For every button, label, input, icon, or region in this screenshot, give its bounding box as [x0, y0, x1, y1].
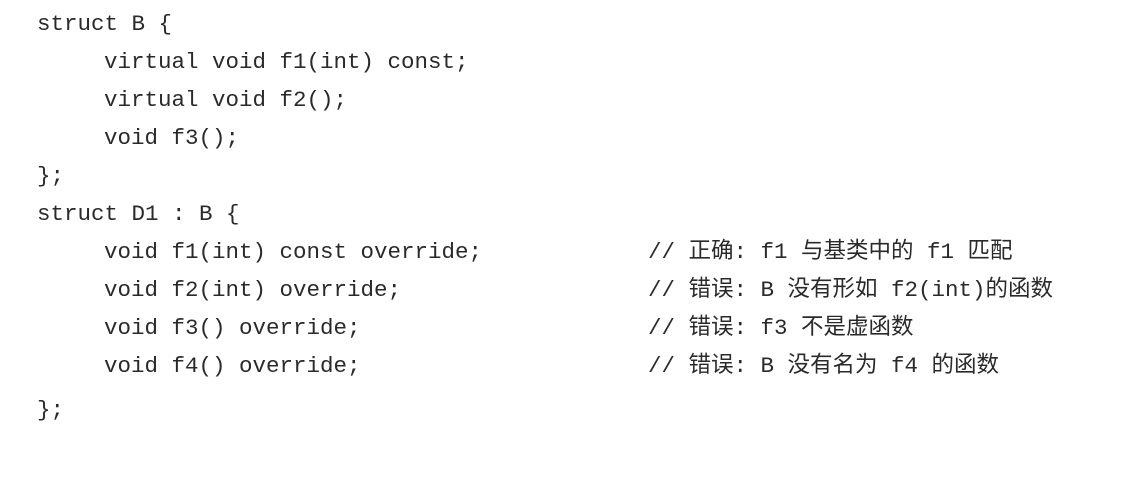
code-line-struct-b: struct B {: [0, 6, 172, 43]
code-text: struct B {: [37, 11, 173, 37]
code-line-override-f1: void f1(int) const override; // 正确: f1 与…: [0, 234, 1013, 271]
code-listing: struct B { virtual void f1(int) const; v…: [0, 0, 1144, 433]
code-text: void f1(int) const override;: [104, 239, 483, 265]
code-comment: // 错误: B 没有形如 f2(int)的函数: [648, 277, 1054, 303]
code-line-struct-d1: struct D1 : B {: [0, 196, 240, 233]
code-comment: // 错误: f3 不是虚函数: [648, 315, 914, 341]
code-text: void f2(int) override;: [104, 277, 402, 303]
code-line-virtual-f2: virtual void f2();: [0, 82, 347, 119]
code-comment: // 正确: f1 与基类中的 f1 匹配: [648, 239, 1013, 265]
code-text: void f3();: [104, 125, 240, 151]
code-line-override-f3: void f3() override; // 错误: f3 不是虚函数: [0, 310, 914, 347]
code-line-virtual-f1: virtual void f1(int) const;: [0, 44, 469, 81]
code-text: };: [37, 397, 65, 423]
code-comment: // 错误: B 没有名为 f4 的函数: [648, 353, 1000, 379]
code-line-f3: void f3();: [0, 120, 239, 157]
code-text: virtual void f2();: [104, 87, 348, 113]
code-text: };: [37, 163, 65, 189]
code-line-close-b: };: [0, 158, 64, 195]
code-text: virtual void f1(int) const;: [104, 49, 469, 75]
code-line-close-d1: };: [0, 392, 64, 429]
code-text: void f3() override;: [104, 315, 361, 341]
code-line-override-f2: void f2(int) override; // 错误: B 没有形如 f2(…: [0, 272, 1053, 309]
code-line-override-f4: void f4() override; // 错误: B 没有名为 f4 的函数: [0, 348, 999, 385]
code-text: struct D1 : B {: [37, 201, 240, 227]
code-text: void f4() override;: [104, 353, 361, 379]
